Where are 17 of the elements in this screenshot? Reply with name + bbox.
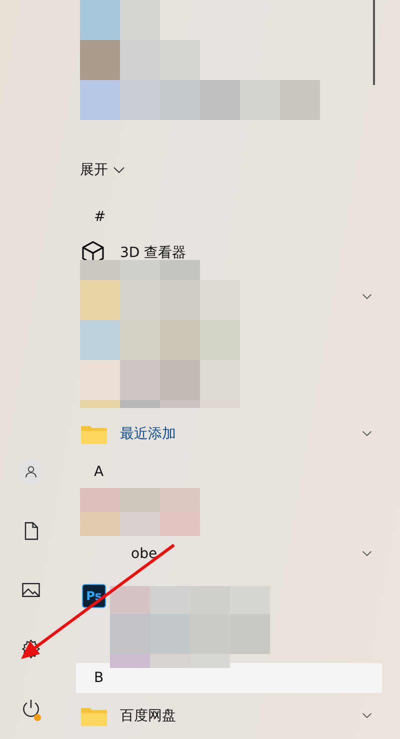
expand-button[interactable]: 展开: [80, 137, 382, 202]
chevron-down-icon: [113, 166, 125, 174]
chevron-down-icon[interactable]: [362, 712, 372, 720]
chevron-down-icon[interactable]: [362, 430, 372, 438]
chevron-down-icon[interactable]: [362, 550, 372, 558]
folder-icon: [80, 705, 108, 728]
user-icon: [23, 464, 39, 480]
section-letter[interactable]: B: [76, 662, 382, 694]
section-letter[interactable]: #: [76, 202, 382, 232]
chevron-down-icon[interactable]: [362, 293, 372, 300]
folder-icon: [80, 423, 108, 446]
folder-item[interactable]: 最近添加: [80, 411, 382, 458]
section-letter[interactable]: A: [76, 457, 382, 488]
scrollbar[interactable]: [373, 0, 375, 85]
folder-item[interactable]: 百度网盘: [80, 693, 382, 739]
settings-icon: [20, 638, 42, 660]
app-group[interactable]: obe: [80, 533, 382, 576]
